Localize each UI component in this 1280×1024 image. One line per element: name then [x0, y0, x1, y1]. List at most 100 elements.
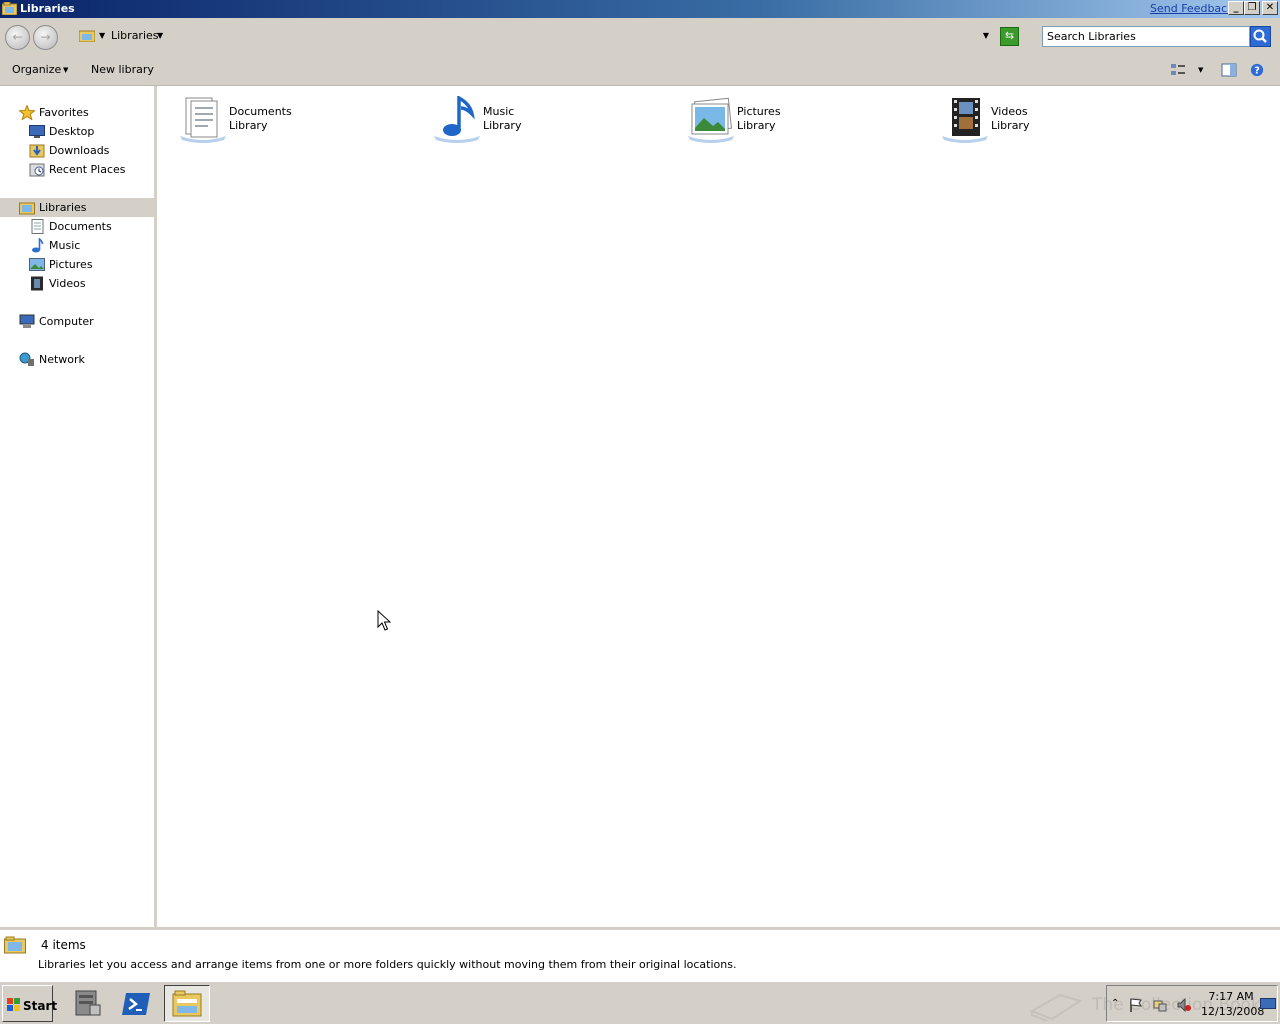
- new-library-button[interactable]: New library: [91, 63, 154, 76]
- forward-arrow-icon: →: [40, 30, 51, 44]
- nav-desktop[interactable]: Desktop: [0, 122, 157, 141]
- taskbar-powershell-button[interactable]: [114, 985, 160, 1022]
- organize-button[interactable]: Organize: [12, 63, 61, 76]
- volume-muted-icon[interactable]: [1177, 998, 1191, 1012]
- show-hidden-icons-chevron-icon[interactable]: ⌃: [1111, 998, 1125, 1012]
- videos-library-icon: [942, 98, 988, 143]
- library-name: Pictures: [737, 105, 781, 118]
- breadcrumb-chevron-icon[interactable]: ▼: [157, 31, 163, 40]
- address-field[interactable]: ▼ Libraries ▼ ▼: [75, 24, 995, 48]
- start-button[interactable]: Start: [2, 985, 57, 1022]
- action-center-flag-icon[interactable]: [1129, 998, 1143, 1012]
- library-item-videos[interactable]: Videos Library: [940, 96, 1180, 146]
- back-button[interactable]: ←: [5, 25, 30, 50]
- clock[interactable]: 7:17 AM 12/13/2008: [1201, 990, 1264, 1018]
- refresh-button[interactable]: ⇆: [1000, 27, 1019, 46]
- file-list[interactable]: Documents Library Music Library Pictures…: [160, 86, 1280, 927]
- nav-network[interactable]: Network: [0, 350, 157, 369]
- send-feedback-link[interactable]: Send Feedback: [1150, 2, 1234, 15]
- recent-places-icon: [29, 163, 45, 177]
- search-input[interactable]: Search Libraries: [1042, 26, 1250, 47]
- item-count: 4 items: [41, 938, 86, 952]
- music-library-icon: [434, 96, 480, 143]
- server-manager-icon: [75, 990, 101, 1016]
- library-name: Music: [483, 105, 515, 118]
- mouse-cursor-icon: [377, 610, 391, 631]
- nav-documents[interactable]: Documents: [0, 217, 157, 236]
- pictures-icon: [29, 258, 45, 271]
- nav-pictures[interactable]: Pictures: [0, 255, 157, 274]
- nav-pictures-label: Pictures: [49, 258, 93, 271]
- book-watermark-icon: [1030, 993, 1082, 1021]
- address-history-dropdown-icon[interactable]: ▼: [983, 31, 989, 40]
- breadcrumb-root-chevron-icon[interactable]: ▼: [99, 31, 105, 40]
- nav-computer[interactable]: Computer: [0, 312, 157, 331]
- clock-time: 7:17 AM: [1208, 990, 1254, 1003]
- library-type: Library: [229, 119, 268, 132]
- window-title: Libraries: [20, 2, 75, 15]
- nav-libraries[interactable]: Libraries: [0, 198, 157, 217]
- desktop-icon: [29, 125, 45, 138]
- library-name: Videos: [991, 105, 1028, 118]
- show-desktop-icon[interactable]: [1260, 998, 1276, 1010]
- powershell-icon: [122, 993, 150, 1015]
- back-arrow-icon: ←: [12, 30, 23, 44]
- search-button[interactable]: [1250, 26, 1271, 47]
- downloads-icon: [29, 144, 45, 158]
- favorites-star-icon: [19, 105, 35, 120]
- change-view-icon[interactable]: [1170, 63, 1186, 77]
- pictures-library-icon: [688, 97, 734, 143]
- breadcrumb-libraries[interactable]: Libraries: [111, 29, 159, 42]
- organize-chevron-down-icon[interactable]: ▼: [63, 66, 68, 74]
- help-icon[interactable]: ?: [1249, 63, 1265, 77]
- navigation-pane: Favorites Desktop Downloads Recent Place…: [0, 86, 157, 927]
- libraries-location-icon: [79, 30, 95, 42]
- preview-pane-icon[interactable]: [1221, 63, 1237, 77]
- taskbar-explorer-button[interactable]: [164, 985, 210, 1022]
- libraries-description: Libraries let you access and arrange ite…: [38, 958, 737, 971]
- library-type: Library: [737, 119, 776, 132]
- nav-computer-label: Computer: [39, 315, 94, 328]
- library-name: Documents: [229, 105, 292, 118]
- library-item-music[interactable]: Music Library: [432, 96, 672, 146]
- restore-button[interactable]: ❐: [1244, 1, 1260, 15]
- libraries-folder-icon: [4, 936, 26, 954]
- command-bar: Organize ▼ New library ▼ ?: [0, 54, 1280, 86]
- nav-recent-places[interactable]: Recent Places: [0, 160, 157, 179]
- library-item-documents[interactable]: Documents Library: [178, 96, 418, 146]
- minimize-button[interactable]: _: [1228, 1, 1244, 15]
- nav-downloads-label: Downloads: [49, 144, 110, 157]
- nav-libraries-label: Libraries: [39, 201, 87, 214]
- documents-icon: [31, 219, 44, 234]
- view-options-chevron-down-icon[interactable]: ▼: [1198, 66, 1203, 74]
- network-status-icon[interactable]: [1153, 998, 1167, 1012]
- address-bar-region: ← → ▼ Libraries ▼ ▼ ⇆ Search Libraries: [0, 18, 1280, 54]
- svg-text:?: ?: [1254, 66, 1260, 77]
- nav-documents-label: Documents: [49, 220, 112, 233]
- library-type: Library: [483, 119, 522, 132]
- close-button[interactable]: ✕: [1262, 1, 1278, 15]
- videos-icon: [31, 276, 43, 291]
- forward-button[interactable]: →: [33, 25, 58, 50]
- nav-music[interactable]: Music: [0, 236, 157, 255]
- nav-downloads[interactable]: Downloads: [0, 141, 157, 160]
- refresh-icon: ⇆: [1004, 29, 1015, 42]
- nav-favorites[interactable]: Favorites: [0, 103, 157, 122]
- title-bar: Libraries Send Feedback _ ❐ ✕: [0, 0, 1280, 18]
- taskbar: Start The Collection Book ⌃ 7:17 AM 12/1…: [0, 981, 1280, 1024]
- nav-videos-label: Videos: [49, 277, 86, 290]
- nav-favorites-label: Favorites: [39, 106, 89, 119]
- computer-icon: [19, 314, 35, 328]
- library-item-pictures[interactable]: Pictures Library: [686, 96, 926, 146]
- documents-library-icon: [180, 97, 226, 143]
- search-icon: [1253, 29, 1267, 43]
- libraries-icon: [19, 202, 35, 215]
- libraries-folder-icon: [2, 2, 17, 15]
- windows-explorer-icon: [172, 990, 202, 1017]
- nav-music-label: Music: [49, 239, 81, 252]
- nav-videos[interactable]: Videos: [0, 274, 157, 293]
- nav-recent-places-label: Recent Places: [49, 163, 126, 176]
- taskbar-server-manager-button[interactable]: [64, 985, 110, 1022]
- music-icon: [32, 238, 44, 253]
- network-icon: [19, 352, 34, 366]
